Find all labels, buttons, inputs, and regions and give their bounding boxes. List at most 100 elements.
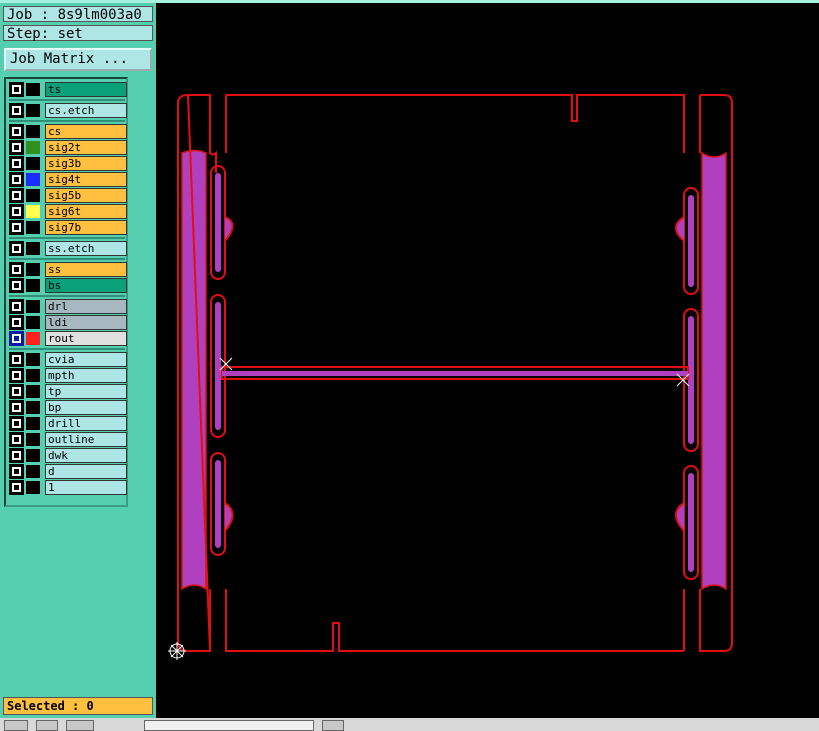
layer-row-rout[interactable]: rout xyxy=(9,331,127,346)
layer-color-swatch[interactable] xyxy=(26,104,40,117)
layer-color-swatch[interactable] xyxy=(26,125,40,138)
layer-color-swatch[interactable] xyxy=(26,157,40,170)
layer-label[interactable]: drill xyxy=(45,416,127,431)
layer-color-swatch[interactable] xyxy=(26,369,40,382)
layer-label[interactable]: sig2t xyxy=(45,140,127,155)
layer-label[interactable]: ss xyxy=(45,262,127,277)
layer-color-swatch[interactable] xyxy=(26,433,40,446)
layer-color-swatch[interactable] xyxy=(26,401,40,414)
layer-checkbox[interactable] xyxy=(9,103,24,118)
layer-color-swatch[interactable] xyxy=(26,189,40,202)
layer-row-ts[interactable]: ts xyxy=(9,82,127,97)
layer-checkbox[interactable] xyxy=(9,262,24,277)
command-input[interactable] xyxy=(144,720,314,731)
layer-label[interactable]: sig5b xyxy=(45,188,127,203)
layer-checkbox[interactable] xyxy=(9,140,24,155)
layer-color-swatch[interactable] xyxy=(26,417,40,430)
layer-color-swatch[interactable] xyxy=(26,279,40,292)
layer-label[interactable]: cvia xyxy=(45,352,127,367)
layer-label[interactable]: sig6t xyxy=(45,204,127,219)
layer-checkbox[interactable] xyxy=(9,156,24,171)
layer-label[interactable]: sig7b xyxy=(45,220,127,235)
layer-row-dwk[interactable]: dwk xyxy=(9,448,127,463)
layer-row-drl[interactable]: drl xyxy=(9,299,127,314)
layer-row-drill[interactable]: drill xyxy=(9,416,127,431)
layer-label[interactable]: outline xyxy=(45,432,127,447)
layer-row-cvia[interactable]: cvia xyxy=(9,352,127,367)
layer-checkbox[interactable] xyxy=(9,416,24,431)
layer-row-sig7b[interactable]: sig7b xyxy=(9,220,127,235)
layer-row-mpth[interactable]: mpth xyxy=(9,368,127,383)
layer-color-swatch[interactable] xyxy=(26,263,40,276)
layer-row-sig4t[interactable]: sig4t xyxy=(9,172,127,187)
layer-checkbox[interactable] xyxy=(9,432,24,447)
layer-color-swatch[interactable] xyxy=(26,83,40,96)
layer-row-d[interactable]: d xyxy=(9,464,127,479)
layer-color-swatch[interactable] xyxy=(26,449,40,462)
layer-label[interactable]: dwk xyxy=(45,448,127,463)
layer-color-swatch[interactable] xyxy=(26,385,40,398)
layer-row-cs[interactable]: cs xyxy=(9,124,127,139)
layer-row-bp[interactable]: bp xyxy=(9,400,127,415)
layer-row-outline[interactable]: outline xyxy=(9,432,127,447)
layer-label[interactable]: drl xyxy=(45,299,127,314)
layer-color-swatch[interactable] xyxy=(26,481,40,494)
layer-row-ss-etch[interactable]: ss.etch xyxy=(9,241,127,256)
layer-color-swatch[interactable] xyxy=(26,465,40,478)
layer-checkbox[interactable] xyxy=(9,82,24,97)
layer-checkbox[interactable] xyxy=(9,278,24,293)
layer-checkbox[interactable] xyxy=(9,331,24,346)
layer-label[interactable]: ss.etch xyxy=(45,241,127,256)
layer-row-sig3b[interactable]: sig3b xyxy=(9,156,127,171)
layer-label[interactable]: sig4t xyxy=(45,172,127,187)
layer-color-swatch[interactable] xyxy=(26,353,40,366)
toolbar-button-1[interactable] xyxy=(4,720,28,731)
layer-checkbox[interactable] xyxy=(9,352,24,367)
layer-color-swatch[interactable] xyxy=(26,242,40,255)
layer-label[interactable]: bp xyxy=(45,400,127,415)
layer-color-swatch[interactable] xyxy=(26,316,40,329)
layer-label[interactable]: rout xyxy=(45,331,127,346)
layer-checkbox[interactable] xyxy=(9,204,24,219)
layer-checkbox[interactable] xyxy=(9,448,24,463)
layer-color-swatch[interactable] xyxy=(26,221,40,234)
layer-checkbox[interactable] xyxy=(9,299,24,314)
layer-checkbox[interactable] xyxy=(9,480,24,495)
layer-row-sig2t[interactable]: sig2t xyxy=(9,140,127,155)
toolbar-button-3[interactable] xyxy=(66,720,94,731)
layer-row-ss[interactable]: ss xyxy=(9,262,127,277)
layer-row-1[interactable]: 1 xyxy=(9,480,127,495)
layer-row-sig6t[interactable]: sig6t xyxy=(9,204,127,219)
layer-checkbox[interactable] xyxy=(9,124,24,139)
job-matrix-button[interactable]: Job Matrix ... xyxy=(4,48,152,71)
layer-label[interactable]: bs xyxy=(45,278,127,293)
toolbar-button-2[interactable] xyxy=(36,720,58,731)
layer-checkbox[interactable] xyxy=(9,241,24,256)
layer-checkbox[interactable] xyxy=(9,172,24,187)
layer-checkbox[interactable] xyxy=(9,315,24,330)
layer-label[interactable]: ts xyxy=(45,82,127,97)
layer-row-sig5b[interactable]: sig5b xyxy=(9,188,127,203)
layer-checkbox[interactable] xyxy=(9,220,24,235)
layer-label[interactable]: sig3b xyxy=(45,156,127,171)
layer-checkbox[interactable] xyxy=(9,188,24,203)
layer-checkbox[interactable] xyxy=(9,400,24,415)
graphics-canvas[interactable] xyxy=(156,3,819,718)
layer-checkbox[interactable] xyxy=(9,368,24,383)
layer-label[interactable]: 1 xyxy=(45,480,127,495)
layer-color-swatch[interactable] xyxy=(26,141,40,154)
layer-color-swatch[interactable] xyxy=(26,332,40,345)
layer-row-cs-etch[interactable]: cs.etch xyxy=(9,103,127,118)
layer-checkbox[interactable] xyxy=(9,464,24,479)
layer-label[interactable]: cs.etch xyxy=(45,103,127,118)
layer-color-swatch[interactable] xyxy=(26,173,40,186)
layer-label[interactable]: cs xyxy=(45,124,127,139)
layer-label[interactable]: tp xyxy=(45,384,127,399)
layer-label[interactable]: mpth xyxy=(45,368,127,383)
layer-checkbox[interactable] xyxy=(9,384,24,399)
layer-label[interactable]: ldi xyxy=(45,315,127,330)
layer-row-ldi[interactable]: ldi xyxy=(9,315,127,330)
toolbar-button-4[interactable] xyxy=(322,720,344,731)
layer-row-tp[interactable]: tp xyxy=(9,384,127,399)
layer-label[interactable]: d xyxy=(45,464,127,479)
